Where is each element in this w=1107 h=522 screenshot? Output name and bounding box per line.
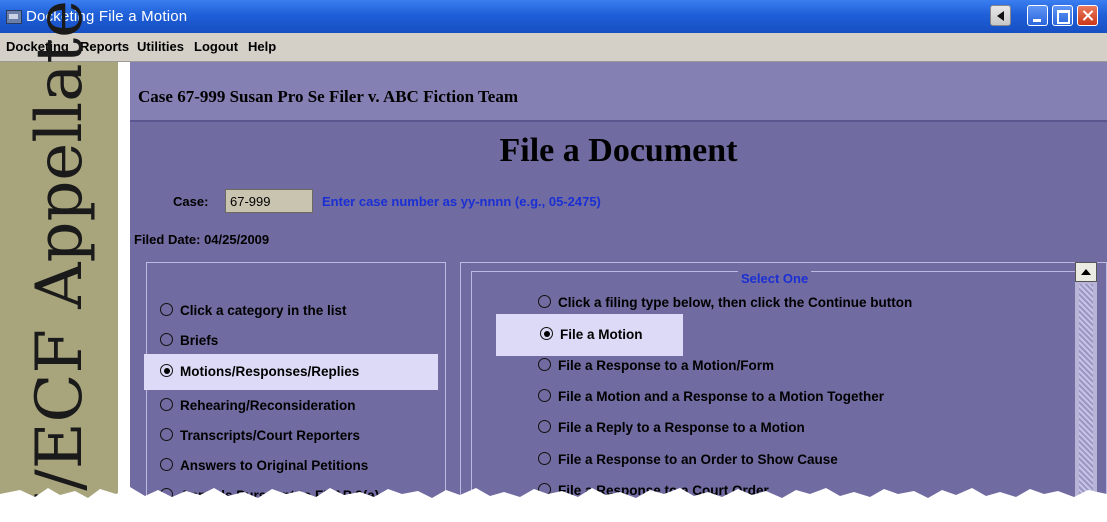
category-option[interactable]: Rehearing/Reconsideration bbox=[160, 394, 356, 418]
radio-icon bbox=[160, 428, 173, 441]
case-header: Case 67-999 Susan Pro Se Filer v. ABC Fi… bbox=[130, 62, 1107, 122]
filing-type-option[interactable]: Click a filing type below, then click th… bbox=[538, 291, 912, 315]
menu-help[interactable]: Help bbox=[248, 39, 276, 54]
case-caption: Case 67-999 Susan Pro Se Filer v. ABC Fi… bbox=[138, 87, 519, 106]
select-one-legend: Select One bbox=[738, 271, 812, 286]
category-option[interactable]: Transcripts/Court Reporters bbox=[160, 424, 360, 448]
radio-icon bbox=[160, 398, 173, 411]
radio-icon bbox=[538, 452, 551, 465]
radio-icon bbox=[538, 358, 551, 371]
radio-icon bbox=[160, 458, 173, 471]
category-option-selected[interactable]: Motions/Responses/Replies bbox=[144, 354, 438, 390]
case-number-input[interactable] bbox=[225, 189, 313, 213]
radio-selected-icon bbox=[540, 327, 553, 340]
category-option[interactable]: Answers to Original Petitions bbox=[160, 454, 368, 478]
menu-bar: Docketing Reports Utilities Logout Help bbox=[0, 33, 1107, 62]
filing-type-option-selected[interactable]: File a Motion bbox=[496, 314, 683, 356]
radio-icon bbox=[538, 389, 551, 402]
filed-date: Filed Date: 04/25/2009 bbox=[134, 232, 270, 247]
page-title: File a Document bbox=[499, 132, 738, 169]
minimize-icon[interactable] bbox=[1027, 5, 1048, 26]
menu-logout[interactable]: Logout bbox=[194, 39, 238, 54]
radio-icon bbox=[160, 333, 173, 346]
app-icon bbox=[6, 10, 22, 24]
sidebar-banner-text: I/ECF Appellate bbox=[23, 0, 97, 516]
filing-type-option[interactable]: File a Response to a Motion/Form bbox=[538, 354, 774, 378]
main-content: Case 67-999 Susan Pro Se Filer v. ABC Fi… bbox=[130, 62, 1107, 522]
case-label: Case: bbox=[173, 194, 209, 209]
category-option[interactable]: Click a category in the list bbox=[160, 299, 347, 323]
radio-icon bbox=[538, 295, 551, 308]
close-icon[interactable] bbox=[1077, 5, 1098, 26]
application-window: Docketing File a Motion Docketing Report… bbox=[0, 0, 1107, 522]
maximize-icon[interactable] bbox=[1052, 5, 1073, 26]
menu-utilities[interactable]: Utilities bbox=[137, 39, 184, 54]
filing-type-option[interactable]: File a Motion and a Response to a Motion… bbox=[538, 385, 884, 409]
radio-icon bbox=[160, 303, 173, 316]
filing-type-option[interactable]: File a Response to an Order to Show Caus… bbox=[538, 448, 838, 472]
case-hint: Enter case number as yy-nnnn (e.g., 05-2… bbox=[322, 194, 601, 209]
category-option[interactable]: Briefs bbox=[160, 329, 218, 353]
radio-icon bbox=[538, 420, 551, 433]
filing-type-option[interactable]: File a Reply to a Response to a Motion bbox=[538, 416, 805, 440]
back-icon[interactable] bbox=[990, 5, 1011, 26]
scroll-up-icon[interactable] bbox=[1075, 262, 1097, 282]
sidebar-banner: I/ECF Appellate bbox=[0, 0, 130, 522]
title-bar: Docketing File a Motion bbox=[0, 0, 1107, 33]
radio-selected-icon bbox=[160, 364, 173, 377]
torn-edge bbox=[0, 487, 1107, 522]
